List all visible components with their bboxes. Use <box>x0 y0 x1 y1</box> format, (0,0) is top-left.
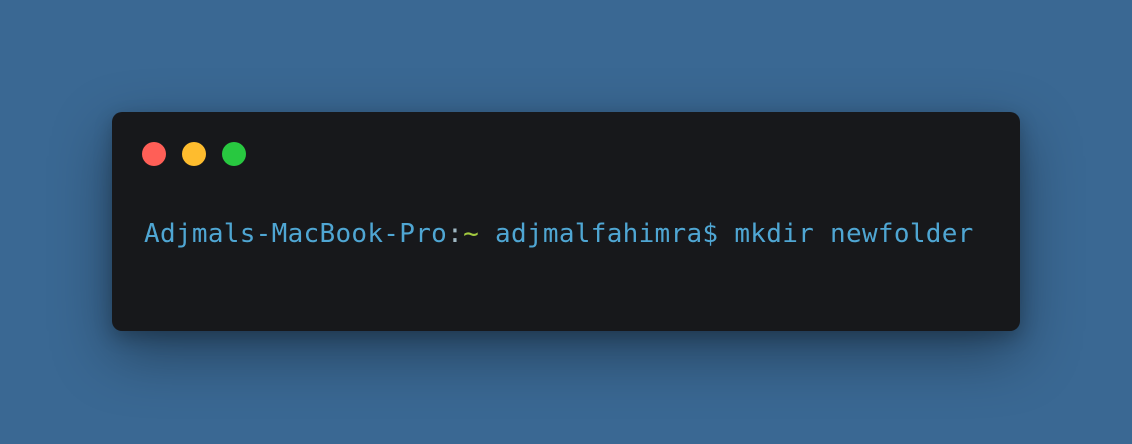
prompt-path: ~ <box>463 219 480 249</box>
window-controls <box>142 142 246 166</box>
prompt-separator: : <box>447 219 464 249</box>
close-button[interactable] <box>142 142 166 166</box>
command-text: mkdir newfolder <box>718 219 974 249</box>
prompt-user: adjmalfahimra$ <box>479 219 719 249</box>
terminal-window[interactable]: Adjmals-MacBook-Pro:~ adjmalfahimra$ mkd… <box>112 112 1020 331</box>
minimize-button[interactable] <box>182 142 206 166</box>
prompt-host: Adjmals-MacBook-Pro <box>144 219 448 249</box>
zoom-button[interactable] <box>222 142 246 166</box>
command-line[interactable]: Adjmals-MacBook-Pro:~ adjmalfahimra$ mkd… <box>144 216 974 252</box>
